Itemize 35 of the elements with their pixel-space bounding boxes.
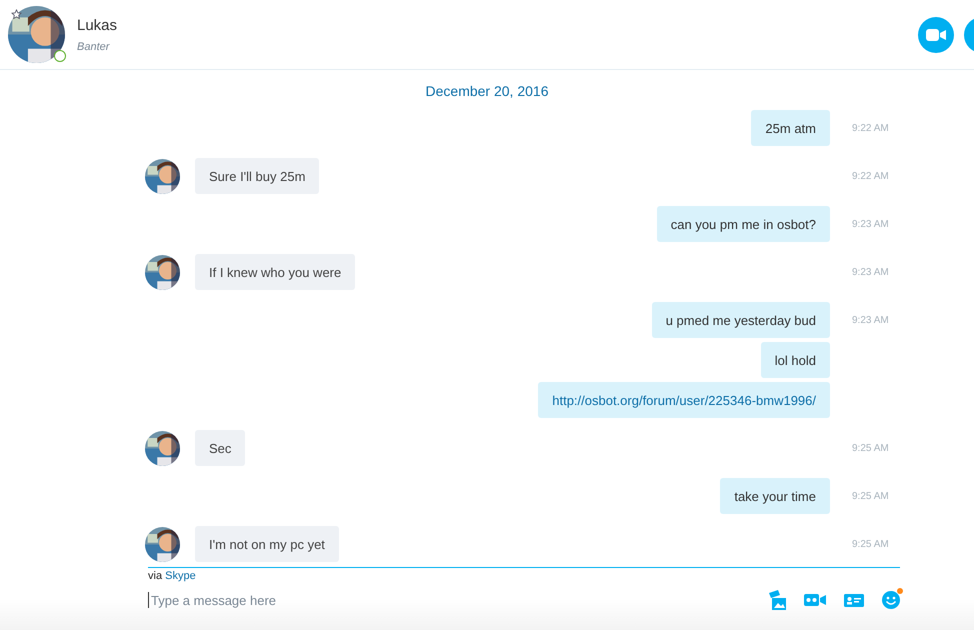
mood-message: Banter bbox=[77, 40, 111, 52]
message-link[interactable]: http://osbot.org/forum/user/225346-bmw1996/ bbox=[538, 382, 830, 418]
message-time: 9:23 AM bbox=[852, 218, 890, 230]
message-bubble: 25m atm bbox=[751, 110, 830, 146]
message-bubble: u pmed me yesterday bud bbox=[652, 302, 830, 338]
message-bubble: can you pm me in osbot? bbox=[656, 206, 830, 242]
message-input[interactable]: Type a message here bbox=[148, 592, 768, 608]
contact-card-icon bbox=[844, 594, 864, 606]
star-icon[interactable] bbox=[11, 9, 22, 20]
skype-link[interactable]: Skype bbox=[165, 570, 196, 582]
via-label: via Skype bbox=[148, 570, 196, 582]
date-divider: December 20, 2016 bbox=[426, 83, 548, 99]
message-time: 9:25 AM bbox=[852, 538, 890, 550]
message-bubble: Sec bbox=[195, 430, 246, 466]
contact-name: Lukas bbox=[77, 16, 118, 34]
emoticon-button[interactable] bbox=[882, 591, 900, 609]
video-camera-icon bbox=[926, 28, 946, 40]
message-time: 9:22 AM bbox=[852, 122, 890, 134]
smiley-icon bbox=[882, 591, 900, 609]
image-icon bbox=[768, 590, 786, 610]
message-time: 9:23 AM bbox=[852, 314, 890, 326]
message-bubble: Sure I'll buy 25m bbox=[195, 158, 320, 194]
message-time: 9:22 AM bbox=[852, 170, 890, 182]
send-photo-button[interactable] bbox=[768, 590, 786, 610]
message-time: 9:23 AM bbox=[852, 266, 890, 278]
video-message-icon bbox=[804, 594, 826, 606]
message-time: 9:25 AM bbox=[852, 490, 890, 502]
message-bubble: take your time bbox=[720, 478, 830, 514]
message-time: 9:25 AM bbox=[852, 442, 890, 454]
message-bubble: lol hold bbox=[760, 342, 830, 378]
video-message-button[interactable] bbox=[804, 594, 826, 606]
message-bubble: I'm not on my pc yet bbox=[195, 526, 339, 562]
video-call-button[interactable] bbox=[918, 16, 954, 52]
message-bubble: If I knew who you were bbox=[195, 254, 356, 290]
send-contact-button[interactable] bbox=[844, 594, 864, 606]
